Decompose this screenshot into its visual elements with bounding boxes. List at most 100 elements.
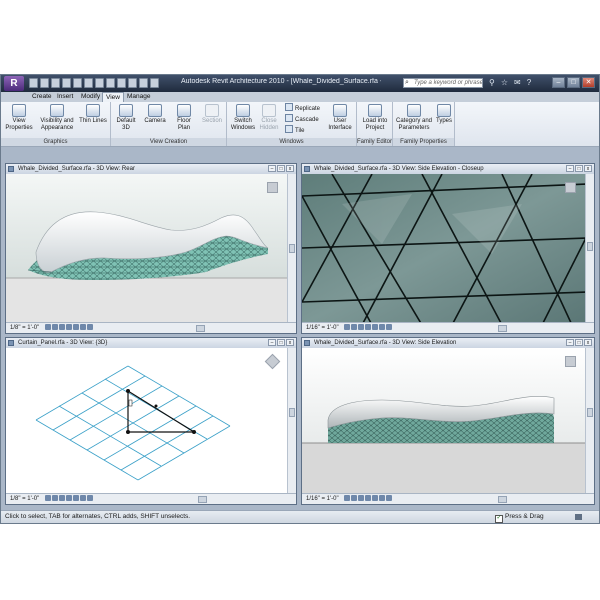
- view-minimize-button[interactable]: –: [566, 339, 574, 346]
- scroll-thumb[interactable]: [587, 408, 593, 417]
- vertical-scrollbar[interactable]: [585, 348, 594, 494]
- maximize-button[interactable]: □: [567, 77, 580, 88]
- temporary-hide-icon[interactable]: [379, 324, 386, 330]
- thin-lines-icon[interactable]: [139, 78, 148, 88]
- minimize-button[interactable]: –: [552, 77, 565, 88]
- scroll-thumb[interactable]: [289, 244, 295, 253]
- show-crop-icon[interactable]: [72, 324, 79, 330]
- view-canvas-side-elevation[interactable]: [302, 348, 586, 494]
- show-crop-icon[interactable]: [72, 495, 79, 501]
- model-graphics-style-icon[interactable]: [51, 495, 58, 501]
- types-button[interactable]: Types: [435, 104, 453, 125]
- horizontal-scroll-thumb[interactable]: [198, 496, 207, 503]
- save-icon[interactable]: [40, 78, 49, 88]
- floor-plan-button[interactable]: Floor Plan: [171, 104, 197, 132]
- close-hidden-button[interactable]: Close Hidden: [258, 104, 280, 132]
- model-graphics-style-icon[interactable]: [51, 324, 58, 330]
- press-drag-toggle[interactable]: ✓ Press & Drag: [495, 511, 544, 523]
- checkbox-checked-icon[interactable]: ✓: [495, 515, 503, 523]
- default-3d-button[interactable]: Default 3D: [113, 104, 139, 132]
- view-canvas-closeup[interactable]: [302, 174, 586, 323]
- align-dimension-icon[interactable]: [84, 78, 93, 88]
- thin-lines-button[interactable]: Thin Lines: [79, 104, 107, 125]
- detail-level-icon[interactable]: [344, 495, 351, 501]
- view-canvas-curtain-panel[interactable]: [6, 348, 288, 494]
- view-scale[interactable]: 1/16" = 1'-0": [306, 325, 339, 331]
- reveal-hidden-icon[interactable]: [86, 324, 93, 330]
- crop-region-icon[interactable]: [65, 324, 72, 330]
- horizontal-scroll-thumb[interactable]: [498, 496, 507, 503]
- temporary-hide-icon[interactable]: [79, 324, 86, 330]
- view-close-button[interactable]: x: [286, 339, 294, 346]
- tab-manage[interactable]: Manage: [124, 92, 154, 102]
- crop-region-icon[interactable]: [365, 495, 372, 501]
- vertical-scrollbar[interactable]: [287, 348, 296, 494]
- show-crop-icon[interactable]: [372, 324, 379, 330]
- section-button[interactable]: Section: [200, 104, 224, 125]
- crop-region-icon[interactable]: [65, 495, 72, 501]
- cascade-button[interactable]: Cascade: [285, 114, 319, 124]
- undo-icon[interactable]: [51, 78, 60, 88]
- tab-modify[interactable]: Modify: [78, 92, 103, 102]
- view-canvas-rear[interactable]: [6, 174, 288, 323]
- temporary-hide-icon[interactable]: [379, 495, 386, 501]
- view-close-button[interactable]: x: [286, 165, 294, 172]
- measure-icon[interactable]: [73, 78, 82, 88]
- reveal-hidden-icon[interactable]: [386, 495, 393, 501]
- view-window-side-elevation[interactable]: Whale_Divided_Surface.rfa - 3D View: Sid…: [301, 337, 595, 505]
- view-scale[interactable]: 1/16" = 1'-0": [306, 496, 339, 502]
- tab-view[interactable]: View: [102, 92, 124, 102]
- camera-button[interactable]: Camera: [144, 104, 166, 125]
- crop-region-icon[interactable]: [365, 324, 372, 330]
- detail-level-icon[interactable]: [344, 324, 351, 330]
- model-graphics-style-icon[interactable]: [351, 495, 358, 501]
- binoculars-icon[interactable]: ⚲: [489, 78, 495, 87]
- shadows-icon[interactable]: [58, 324, 65, 330]
- view-minimize-button[interactable]: –: [268, 165, 276, 172]
- tab-create[interactable]: Create: [29, 92, 55, 102]
- view-minimize-button[interactable]: –: [268, 339, 276, 346]
- replicate-button[interactable]: Replicate: [285, 103, 320, 113]
- view-maximize-button[interactable]: □: [575, 339, 583, 346]
- application-menu-button[interactable]: R: [4, 76, 24, 91]
- scroll-thumb[interactable]: [587, 242, 593, 251]
- visibility-appearance-button[interactable]: Visibility and Appearance: [37, 104, 77, 132]
- close-button[interactable]: ✕: [582, 77, 595, 88]
- detail-level-icon[interactable]: [44, 495, 51, 501]
- reveal-hidden-icon[interactable]: [386, 324, 393, 330]
- shadows-icon[interactable]: [358, 495, 365, 501]
- load-into-project-button[interactable]: Load into Project: [359, 104, 391, 132]
- search-input[interactable]: ⌕ Type a keyword or phrase: [403, 78, 483, 88]
- shadows-icon[interactable]: [58, 495, 65, 501]
- view-properties-button[interactable]: View Properties: [5, 104, 33, 132]
- close-hidden-icon[interactable]: [150, 78, 159, 88]
- view-maximize-button[interactable]: □: [277, 165, 285, 172]
- viewcube-icon[interactable]: [565, 356, 576, 367]
- switch-windows-button[interactable]: Switch Windows: [230, 104, 256, 132]
- viewcube-icon[interactable]: [565, 182, 576, 193]
- view-close-button[interactable]: x: [584, 339, 592, 346]
- view-minimize-button[interactable]: –: [566, 165, 574, 172]
- vertical-scrollbar[interactable]: [287, 174, 296, 323]
- view-window-side-elevation-closeup[interactable]: Whale_Divided_Surface.rfa - 3D View: Sid…: [301, 163, 595, 334]
- category-parameters-button[interactable]: Category and Parameters: [394, 104, 434, 132]
- section-icon[interactable]: [128, 78, 137, 88]
- horizontal-scroll-thumb[interactable]: [498, 325, 507, 332]
- view-maximize-button[interactable]: □: [575, 165, 583, 172]
- shadows-icon[interactable]: [358, 324, 365, 330]
- scroll-thumb[interactable]: [289, 408, 295, 417]
- view-scale[interactable]: 1/8" = 1'-0": [10, 325, 39, 331]
- detail-level-icon[interactable]: [44, 324, 51, 330]
- tile-button[interactable]: Tile: [285, 125, 304, 135]
- vertical-scrollbar[interactable]: [585, 174, 594, 323]
- comm-center-icon[interactable]: ✉: [514, 78, 521, 87]
- default-3d-icon[interactable]: [117, 78, 126, 88]
- subscription-icon[interactable]: ☆: [501, 78, 508, 87]
- filter-icon[interactable]: [575, 514, 582, 520]
- help-icon[interactable]: ?: [527, 78, 531, 87]
- tag-icon[interactable]: [95, 78, 104, 88]
- viewcube-icon[interactable]: [267, 182, 278, 193]
- open-icon[interactable]: [29, 78, 38, 88]
- view-scale[interactable]: 1/8" = 1'-0": [10, 496, 39, 502]
- reveal-hidden-icon[interactable]: [86, 495, 93, 501]
